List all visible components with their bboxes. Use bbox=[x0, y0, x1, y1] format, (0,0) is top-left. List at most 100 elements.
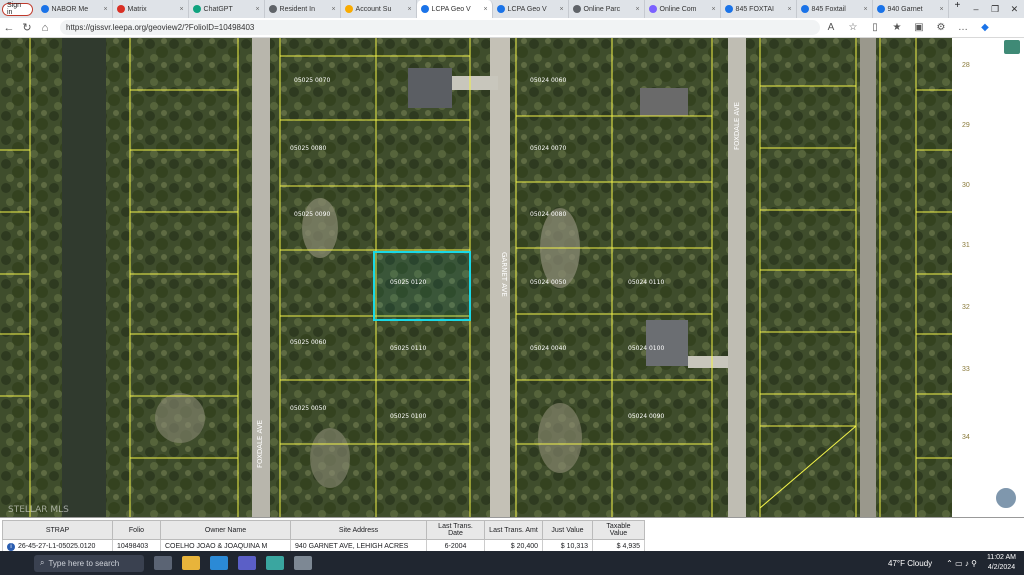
refresh-icon[interactable]: ↻ bbox=[18, 21, 36, 34]
browser-tab[interactable]: Online Com × bbox=[645, 0, 721, 18]
column-header[interactable]: Site Address bbox=[290, 520, 427, 540]
tab-label: NABOR Me bbox=[51, 5, 89, 13]
favorites-icon[interactable]: ★ bbox=[886, 22, 908, 33]
lot-label: 05025 0060 bbox=[290, 339, 326, 346]
lot-label: 05025 0090 bbox=[294, 211, 330, 218]
street-label-garnet: GARNET AVE bbox=[500, 252, 508, 297]
minimize-button[interactable]: – bbox=[966, 4, 985, 14]
tab-label: Online Com bbox=[659, 5, 697, 13]
tab-label: Online Parc bbox=[583, 5, 621, 13]
collections-icon[interactable]: ▣ bbox=[908, 22, 930, 33]
tab-favicon-icon bbox=[344, 5, 353, 13]
browser-tab[interactable]: LCPA Geo V × bbox=[493, 0, 569, 18]
column-header[interactable]: Last Trans. Amt bbox=[484, 520, 543, 540]
house bbox=[408, 68, 452, 108]
browser-tab[interactable]: Matrix × bbox=[113, 0, 189, 18]
tab-label: ChatGPT bbox=[203, 5, 233, 13]
lot-label: 05024 0080 bbox=[530, 211, 566, 218]
lot-label: 05024 0070 bbox=[530, 145, 566, 152]
canal bbox=[62, 38, 106, 517]
extensions-icon[interactable]: ⚙ bbox=[930, 22, 952, 33]
tab-strip: Sign in NABOR Me × Matrix × ChatGPT × Resident… bbox=[0, 0, 1024, 18]
browser-tab[interactable]: Resident In × bbox=[265, 0, 341, 18]
close-tab-icon[interactable]: × bbox=[100, 6, 107, 13]
tab-label: 940 Garnet bbox=[887, 5, 923, 13]
attribute-panel: STRAP Folio Owner Name Site Address Last… bbox=[0, 517, 1024, 554]
tab-label: Matrix bbox=[127, 5, 147, 13]
tab-favicon-icon bbox=[192, 5, 201, 13]
close-tab-icon[interactable]: × bbox=[708, 6, 715, 13]
tab-favicon-icon bbox=[420, 5, 429, 13]
browser-tab[interactable]: 845 Foxtail × bbox=[797, 0, 873, 18]
more-icon[interactable]: … bbox=[952, 22, 974, 33]
app-icon[interactable] bbox=[294, 556, 312, 570]
browser-tab[interactable]: Account Su × bbox=[341, 0, 417, 18]
close-tab-icon[interactable]: × bbox=[936, 6, 943, 13]
column-header[interactable]: Just Value bbox=[542, 520, 593, 540]
column-header[interactable]: STRAP bbox=[2, 520, 113, 540]
lot-number: 32 bbox=[962, 304, 970, 311]
browser-tab[interactable]: ChatGPT × bbox=[189, 0, 265, 18]
tab-favicon-icon bbox=[876, 5, 885, 13]
restore-button[interactable]: ❐ bbox=[986, 4, 1005, 15]
browser-tab[interactable]: 940 Garnet × bbox=[873, 0, 949, 18]
close-tab-icon[interactable]: × bbox=[556, 6, 563, 13]
column-header[interactable]: Last Trans. Date bbox=[426, 520, 485, 540]
column-header[interactable]: Taxable Value bbox=[592, 520, 645, 540]
tab-favicon-icon bbox=[724, 5, 733, 13]
app-icon[interactable] bbox=[266, 556, 284, 570]
attribute-table: STRAP Folio Owner Name Site Address Last… bbox=[2, 520, 645, 554]
new-tab-button[interactable]: + bbox=[949, 0, 967, 18]
browser-tab[interactable]: 845 FOXTAI × bbox=[721, 0, 797, 18]
tray-icons[interactable]: ⌃ ▭ ♪ ⚲ bbox=[946, 559, 977, 568]
clock-time: 11:02 AM bbox=[986, 554, 1016, 561]
close-tab-icon[interactable]: × bbox=[252, 6, 259, 13]
home-icon[interactable]: ⌂ bbox=[36, 22, 54, 34]
lot-label: 05025 0050 bbox=[290, 405, 326, 412]
lot-label: 05024 0060 bbox=[530, 77, 566, 84]
taskbar-search[interactable]: ⌕ Type here to search bbox=[34, 554, 144, 572]
clock-date: 4/2/2024 bbox=[987, 564, 1016, 571]
sign-in-button[interactable]: Sign in bbox=[2, 2, 33, 16]
copilot-icon[interactable]: ◆ bbox=[974, 22, 996, 33]
info-icon[interactable]: i bbox=[7, 542, 15, 551]
lot-label: 05024 0100 bbox=[628, 345, 664, 352]
read-aloud-icon[interactable]: A bbox=[820, 22, 842, 33]
browser-tab[interactable]: Online Parc × bbox=[569, 0, 645, 18]
clock[interactable]: 11:02 AM 4/2/2024 bbox=[987, 553, 1016, 573]
watermark: STELLAR MLS bbox=[8, 505, 69, 515]
back-icon[interactable]: ← bbox=[0, 22, 18, 34]
close-tab-icon[interactable]: × bbox=[404, 6, 411, 13]
split-screen-icon[interactable]: ▯ bbox=[864, 22, 886, 33]
favorite-icon[interactable]: ☆ bbox=[842, 22, 864, 33]
teams-icon[interactable] bbox=[238, 556, 256, 570]
close-window-button[interactable]: ✕ bbox=[1005, 4, 1024, 15]
lot-number-list: 28 29 30 31 32 33 34 bbox=[952, 38, 1024, 517]
column-header[interactable]: Folio bbox=[112, 520, 161, 540]
lot-number: 28 bbox=[962, 62, 970, 69]
house bbox=[640, 88, 688, 116]
lot-label: 05024 0090 bbox=[628, 413, 664, 420]
adjacent-lot-panel: 28 29 30 31 32 33 34 bbox=[952, 38, 1024, 517]
column-header[interactable]: Owner Name bbox=[160, 520, 291, 540]
selected-parcel[interactable] bbox=[373, 251, 471, 321]
basemap-switch-icon[interactable] bbox=[994, 486, 1018, 510]
weather-widget[interactable]: 47°F Cloudy bbox=[888, 559, 932, 568]
close-tab-icon[interactable]: × bbox=[480, 6, 487, 13]
browser-tab[interactable]: NABOR Me × bbox=[37, 0, 113, 18]
url-field[interactable]: https://gissvr.leepa.org/geoview2/?Folio… bbox=[60, 20, 820, 35]
tab-favicon-icon bbox=[800, 5, 809, 13]
close-tab-icon[interactable]: × bbox=[176, 6, 183, 13]
aerial-map[interactable]: 05025 0120 05025 0110 05025 0100 05025 0… bbox=[0, 38, 952, 517]
browser-tab[interactable]: LCPA Geo V × bbox=[416, 0, 493, 18]
tab-label: LCPA Geo V bbox=[507, 5, 547, 13]
close-tab-icon[interactable]: × bbox=[860, 6, 867, 13]
close-tab-icon[interactable]: × bbox=[328, 6, 335, 13]
close-tab-icon[interactable]: × bbox=[784, 6, 791, 13]
edge-icon[interactable] bbox=[210, 556, 228, 570]
close-tab-icon[interactable]: × bbox=[632, 6, 639, 13]
map-viewport[interactable]: 05025 0120 05025 0110 05025 0100 05025 0… bbox=[0, 38, 952, 517]
house bbox=[646, 320, 688, 366]
file-explorer-icon[interactable] bbox=[182, 556, 200, 570]
task-view-icon[interactable] bbox=[154, 556, 172, 570]
